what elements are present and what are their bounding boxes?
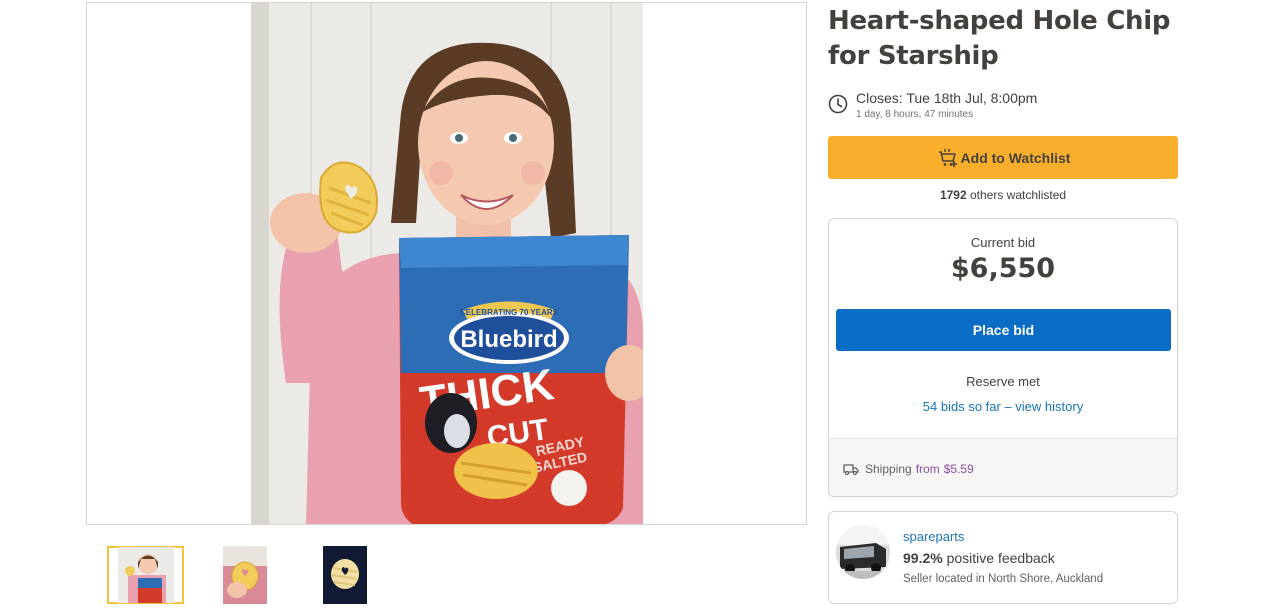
closes-label: Closes: Tue 18th Jul, 8:00pm	[856, 90, 1038, 106]
place-bid-button[interactable]: Place bid	[836, 309, 1171, 351]
watchlist-button-label: Add to Watchlist	[960, 149, 1071, 166]
watchlist-count: 1792 others watchlisted	[828, 186, 1178, 204]
watchlist-count-suffix: others watchlisted	[970, 188, 1067, 202]
seller-avatar[interactable]	[836, 525, 890, 579]
shipping-label: Shipping	[865, 461, 912, 476]
watchlist-count-number: 1792	[939, 188, 967, 202]
product-photo: Bluebird CELEBRATING 70 YEARS THICK CUT …	[251, 3, 643, 524]
main-product-image[interactable]: Bluebird CELEBRATING 70 YEARS THICK CUT …	[86, 2, 807, 525]
listing-title: Heart-shaped Hole Chip for Starship	[828, 6, 1171, 71]
bag-brand-text: Bluebird	[460, 326, 557, 353]
thumbnail-1[interactable]	[107, 546, 184, 604]
shipping-amount: $5.59	[943, 461, 974, 476]
clock-icon	[828, 94, 848, 114]
seller-feedback-suffix: positive feedback	[946, 550, 1055, 566]
thumbnail-2[interactable]	[206, 546, 283, 604]
seller-card: spareparts 99.2% positive feedback Selle…	[828, 511, 1178, 604]
thumbnail-image	[117, 547, 174, 603]
shipping-info: Shipping from $5.59	[829, 438, 1177, 496]
shipping-from: from	[915, 461, 940, 476]
thumbnail-image	[222, 546, 267, 604]
current-bid-value: $6,550	[950, 253, 1056, 284]
seller-location: Seller located in North Shore, Auckland	[903, 573, 1104, 585]
bid-panel: Current bid $6,550 Place bid Reserve met…	[828, 218, 1178, 497]
thumbnail-3[interactable]	[306, 546, 383, 604]
bid-history-link[interactable]: 54 bids so far – view history	[829, 399, 1177, 414]
seller-name-link[interactable]: spareparts	[903, 529, 964, 544]
thumbnail-image	[322, 546, 367, 604]
seller-feedback-percent: 99.2%	[903, 550, 943, 566]
current-bid-label: Current bid	[970, 235, 1036, 250]
watchlist-icon	[938, 148, 957, 167]
reserve-status: Reserve met	[966, 374, 1040, 389]
closing-time: Closes: Tue 18th Jul, 8:00pm 1 day, 8 ho…	[828, 88, 1037, 122]
seller-feedback: 99.2% positive feedback	[903, 550, 1055, 566]
truck-icon	[843, 463, 859, 475]
closes-countdown: 1 day, 8 hours, 47 minutes	[856, 109, 974, 120]
add-to-watchlist-button[interactable]: Add to Watchlist	[828, 136, 1178, 179]
bag-banner-text: CELEBRATING 70 YEARS	[460, 308, 559, 317]
